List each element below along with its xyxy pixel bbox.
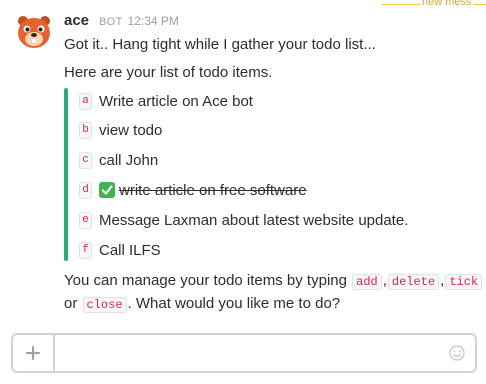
todo-text: view todo <box>99 121 163 139</box>
todo-item: f Call ILFS <box>79 239 161 261</box>
new-messages-label: new mess <box>420 0 474 8</box>
emoji-button[interactable] <box>449 345 465 361</box>
todo-item: c call John <box>79 149 158 171</box>
help-or: or <box>64 295 78 312</box>
message-composer <box>11 333 477 373</box>
help-text-line-2: or close. What would you like me to do? <box>64 295 341 313</box>
todo-letter: e <box>79 211 92 229</box>
list-heading: Here are your list of todo items. <box>64 64 273 81</box>
todo-text: Call ILFS <box>99 241 161 259</box>
intro-text: Got it.. Hang tight while I gather your … <box>64 36 376 53</box>
message-input[interactable] <box>57 339 441 369</box>
message-header: ace BOT 12:34 PM <box>64 12 179 32</box>
timestamp[interactable]: 12:34 PM <box>128 14 179 28</box>
command-delete: delete <box>387 274 440 290</box>
check-mark-icon <box>99 182 115 198</box>
todo-item: a Write article on Ace bot <box>79 90 253 112</box>
help-suffix: . What would you like me to do? <box>127 295 341 312</box>
bot-badge: BOT <box>99 16 123 28</box>
attachment-accent-bar <box>64 88 68 261</box>
avatar[interactable] <box>14 12 54 52</box>
todo-text: Message Laxman about latest website upda… <box>99 211 409 229</box>
todo-text: Write article on Ace bot <box>99 92 253 110</box>
todo-letter: f <box>79 241 92 259</box>
command-close: close <box>82 297 127 313</box>
todo-text: call John <box>99 151 159 169</box>
todo-letter: b <box>79 121 92 139</box>
smiley-icon <box>449 345 465 361</box>
todo-item: b view todo <box>79 119 162 141</box>
help-text-line-1: You can manage your todo items by typing… <box>64 272 483 290</box>
todo-text: write article on free software <box>119 181 307 199</box>
username[interactable]: ace <box>64 12 89 29</box>
help-prefix: You can manage your todo items by typing <box>64 272 347 289</box>
todo-letter: c <box>79 151 92 169</box>
todo-letter: d <box>79 181 92 199</box>
todo-letter: a <box>79 92 92 110</box>
plus-icon <box>26 346 40 360</box>
beaver-avatar-icon <box>18 16 50 48</box>
command-tick: tick <box>445 274 483 290</box>
todo-item-done: d write article on free software <box>79 179 307 201</box>
command-add: add <box>352 274 382 290</box>
todo-item: e Message Laxman about latest website up… <box>79 209 408 231</box>
attach-button[interactable] <box>13 335 55 371</box>
